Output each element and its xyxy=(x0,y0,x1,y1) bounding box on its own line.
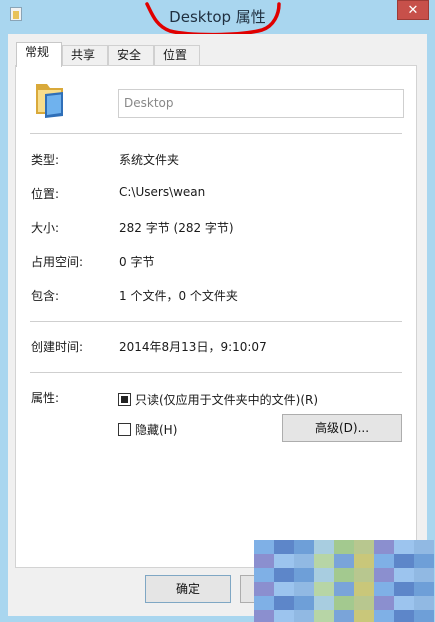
contains-label: 包含: xyxy=(31,289,60,303)
mosaic-tile xyxy=(394,582,414,596)
general-panel: Desktop 类型: 系统文件夹 位置: C:\Users\wean 大小: … xyxy=(15,65,417,568)
divider xyxy=(30,372,402,373)
mosaic-tile xyxy=(374,554,394,568)
mosaic-tile xyxy=(354,554,374,568)
mosaic-tile xyxy=(294,540,314,554)
mosaic-tile xyxy=(314,540,334,554)
title-bar[interactable]: Desktop 属性 ✕ xyxy=(0,0,435,34)
mosaic-tile xyxy=(254,582,274,596)
mosaic-tile xyxy=(294,596,314,610)
mosaic-tile xyxy=(254,554,274,568)
mosaic-tile xyxy=(314,554,334,568)
readonly-checkbox[interactable] xyxy=(118,393,131,406)
pixelated-watermark xyxy=(254,540,435,622)
mosaic-tile xyxy=(274,596,294,610)
mosaic-tile xyxy=(314,596,334,610)
mosaic-tile xyxy=(394,554,414,568)
mosaic-tile xyxy=(394,596,414,610)
folder-name-field[interactable]: Desktop xyxy=(118,89,404,118)
mosaic-tile xyxy=(294,554,314,568)
tab-security[interactable]: 安全 xyxy=(108,45,154,66)
size-label: 大小: xyxy=(31,221,60,235)
mosaic-tile xyxy=(274,582,294,596)
size-value: 282 字节 (282 字节) xyxy=(119,221,234,235)
type-value: 系统文件夹 xyxy=(119,153,180,167)
window-frame: Desktop 属性 ✕ 常规 共享 安全 位置 Desktop 类型: 系统文… xyxy=(0,0,435,622)
mosaic-tile xyxy=(334,582,354,596)
mosaic-tile xyxy=(254,568,274,582)
mosaic-tile xyxy=(354,610,374,622)
window-title: Desktop 属性 xyxy=(169,8,266,26)
hidden-label: 隐藏(H) xyxy=(135,423,178,437)
contains-value: 1 个文件，0 个文件夹 xyxy=(119,289,238,303)
readonly-label: 只读(仅应用于文件夹中的文件)(R) xyxy=(135,393,319,407)
mosaic-tile xyxy=(374,582,394,596)
mosaic-tile xyxy=(314,610,334,622)
mosaic-tile xyxy=(394,540,414,554)
created-label: 创建时间: xyxy=(31,340,84,354)
folder-icon xyxy=(36,84,63,118)
advanced-button[interactable]: 高级(D)... xyxy=(282,414,402,442)
mosaic-tile xyxy=(334,554,354,568)
mosaic-tile xyxy=(334,596,354,610)
hidden-row[interactable]: 隐藏(H) xyxy=(118,421,177,437)
divider xyxy=(30,321,402,322)
mosaic-tile xyxy=(334,610,354,622)
size-on-disk-value: 0 字节 xyxy=(119,255,155,269)
mosaic-tile xyxy=(374,610,394,622)
mosaic-tile xyxy=(254,596,274,610)
created-value: 2014年8月13日，9:10:07 xyxy=(119,340,267,354)
tab-general[interactable]: 常规 xyxy=(16,42,62,67)
divider xyxy=(30,133,402,134)
mosaic-tile xyxy=(254,610,274,622)
location-value: C:\Users\wean xyxy=(119,185,206,199)
tab-sharing[interactable]: 共享 xyxy=(62,45,108,66)
mosaic-tile xyxy=(294,610,314,622)
mosaic-tile xyxy=(334,568,354,582)
mosaic-tile xyxy=(414,610,434,622)
close-button[interactable]: ✕ xyxy=(397,0,429,20)
mosaic-tile xyxy=(414,540,434,554)
mosaic-tile xyxy=(274,568,294,582)
mosaic-tile xyxy=(394,568,414,582)
mosaic-tile xyxy=(294,582,314,596)
mosaic-tile xyxy=(294,568,314,582)
mosaic-tile xyxy=(354,596,374,610)
mosaic-tile xyxy=(334,540,354,554)
mosaic-tile xyxy=(414,596,434,610)
mosaic-tile xyxy=(274,554,294,568)
location-label: 位置: xyxy=(31,187,60,201)
size-on-disk-label: 占用空间: xyxy=(31,255,84,269)
type-label: 类型: xyxy=(31,153,60,167)
mosaic-tile xyxy=(354,540,374,554)
mosaic-tile xyxy=(354,582,374,596)
readonly-row[interactable]: 只读(仅应用于文件夹中的文件)(R) xyxy=(118,391,318,407)
ok-button[interactable]: 确定 xyxy=(145,575,231,603)
mosaic-tile xyxy=(394,610,414,622)
mosaic-tile xyxy=(274,610,294,622)
mosaic-tile xyxy=(374,596,394,610)
mosaic-tile xyxy=(274,540,294,554)
mosaic-tile xyxy=(254,540,274,554)
mosaic-tile xyxy=(414,554,434,568)
tab-location[interactable]: 位置 xyxy=(154,45,200,66)
mosaic-tile xyxy=(414,568,434,582)
mosaic-tile xyxy=(354,568,374,582)
mosaic-tile xyxy=(414,582,434,596)
mosaic-tile xyxy=(374,540,394,554)
dialog-client: 常规 共享 安全 位置 Desktop 类型: 系统文件夹 位置: C:\Use… xyxy=(8,34,427,616)
hidden-checkbox[interactable] xyxy=(118,423,131,436)
mosaic-tile xyxy=(314,568,334,582)
attributes-label: 属性: xyxy=(31,391,60,405)
mosaic-tile xyxy=(374,568,394,582)
mosaic-tile xyxy=(314,582,334,596)
